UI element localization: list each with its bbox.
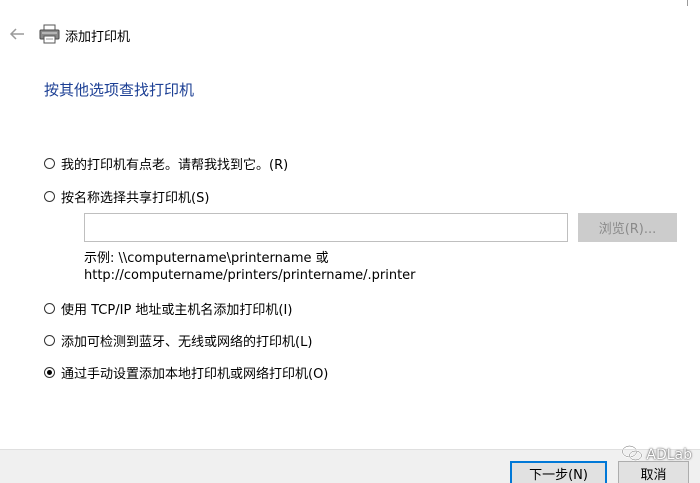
radio-manual[interactable] <box>44 366 55 378</box>
option-wireless-label: 添加可检测到蓝牙、无线或网络的打印机(L) <box>61 334 313 350</box>
option-old-printer-label: 我的打印机有点老。请帮我找到它。(R) <box>61 157 289 173</box>
option-tcpip-label: 使用 TCP/IP 地址或主机名添加打印机(I) <box>61 302 293 318</box>
radio-old-printer[interactable] <box>44 157 55 169</box>
browse-button: 浏览(R)... <box>578 213 677 242</box>
wechat-icon <box>621 444 643 466</box>
shared-printer-name-input[interactable] <box>84 213 568 242</box>
example-line-1: 示例: \\computername\printername 或 <box>84 251 329 266</box>
watermark-text: ADLab <box>646 447 692 463</box>
option-shared-printer-label: 按名称选择共享打印机(S) <box>61 190 210 206</box>
shared-printer-example: 示例: \\computername\printername 或 http://… <box>84 250 416 284</box>
option-manual-label: 通过手动设置添加本地打印机或网络打印机(O) <box>61 366 329 382</box>
printer-icon <box>39 24 60 44</box>
radio-shared-printer[interactable] <box>44 190 55 202</box>
dialog-footer: 下一步(N) 取消 <box>0 449 700 483</box>
option-old-printer[interactable]: 我的打印机有点老。请帮我找到它。(R) <box>44 153 288 173</box>
window-title: 添加打印机 <box>65 30 131 45</box>
radio-wireless[interactable] <box>44 334 55 346</box>
add-printer-window: 添加打印机 按其他选项查找打印机 我的打印机有点老。请帮我找到它。(R) 按名称… <box>0 0 700 483</box>
option-shared-printer[interactable]: 按名称选择共享打印机(S) <box>44 186 209 206</box>
option-tcpip[interactable]: 使用 TCP/IP 地址或主机名添加打印机(I) <box>44 298 292 318</box>
option-wireless[interactable]: 添加可检测到蓝牙、无线或网络的打印机(L) <box>44 330 312 350</box>
example-line-2: http://computername/printers/printername… <box>84 268 416 283</box>
title-bar: 添加打印机 <box>0 18 700 52</box>
option-manual[interactable]: 通过手动设置添加本地打印机或网络打印机(O) <box>44 362 328 382</box>
back-arrow-icon[interactable] <box>8 26 26 42</box>
page-heading: 按其他选项查找打印机 <box>44 81 195 99</box>
watermark: ADLab <box>621 444 692 466</box>
window-edge <box>687 0 688 6</box>
radio-tcpip[interactable] <box>44 302 55 314</box>
next-button[interactable]: 下一步(N) <box>510 461 607 483</box>
